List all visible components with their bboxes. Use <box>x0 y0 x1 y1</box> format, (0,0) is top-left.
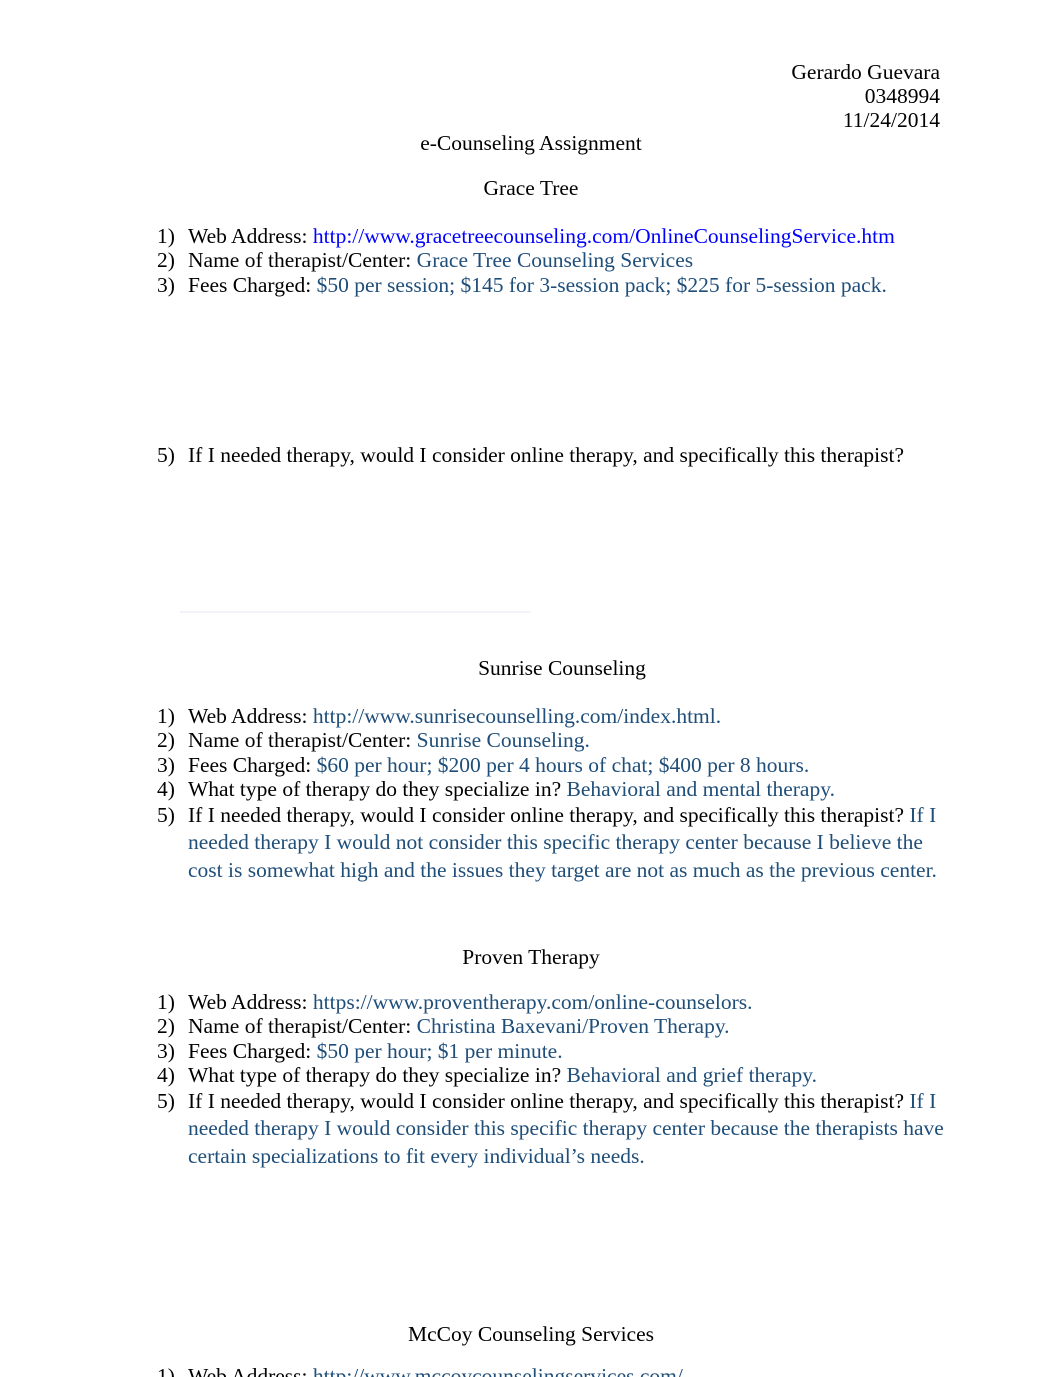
section-heading-sunrise-counseling: Sunrise Counseling <box>478 656 646 680</box>
list-item: 5) If I needed therapy, would I consider … <box>157 1088 957 1171</box>
list-item: 4) What type of therapy do they specializ… <box>157 777 957 801</box>
list-item-value: $60 per hour; $200 per 4 hours of chat; … <box>316 752 810 777</box>
list-number: 5) <box>157 443 175 467</box>
list-item: 5) If I needed therapy, would I consider … <box>157 443 957 467</box>
list-item-value: $50 per session; $145 for 3-session pack… <box>316 272 887 297</box>
list-item-label: Name of therapist/Center: <box>188 248 417 273</box>
student-id: 0348994 <box>864 84 940 108</box>
list-grace-tree: 1) Web Address: http://www.gracetreecouns… <box>157 224 957 297</box>
assignment-date: 11/24/2014 <box>842 108 940 132</box>
student-header-block: Gerardo Guevara 0348994 11/24/2014 <box>791 60 940 132</box>
author-name: Gerardo Guevara <box>791 60 940 84</box>
list-item-label: Fees Charged: <box>188 1038 317 1063</box>
list-number: 3) <box>157 752 175 777</box>
list-item: 4) What type of therapy do they specializ… <box>157 1063 957 1087</box>
faint-horizontal-rule-artifact <box>180 611 530 613</box>
list-item-label: Fees Charged: <box>188 752 317 777</box>
list-item-value: Christina Baxevani/Proven Therapy. <box>416 1014 730 1039</box>
page-title: e-Counseling Assignment <box>420 131 642 155</box>
section-heading-proven-therapy: Proven Therapy <box>462 945 600 969</box>
list-item-value: Behavioral and mental therapy. <box>566 777 835 802</box>
list-item-label: Name of therapist/Center: <box>188 728 417 753</box>
list-item-label: Name of therapist/Center: <box>188 1014 417 1039</box>
list-number: 1) <box>157 224 175 248</box>
list-item: 3) Fees Charged: $50 per hour; $1 per min… <box>157 1039 957 1063</box>
list-number: 2) <box>157 1014 175 1039</box>
list-item: 1) Web Address: http://www.sunrisecounsel… <box>157 704 957 728</box>
list-item: 3) Fees Charged: $60 per hour; $200 per 4… <box>157 753 957 777</box>
list-proven-therapy: 1) Web Address: https://www.proventherapy… <box>157 990 957 1170</box>
list-item-label: What type of therapy do they specialize … <box>188 777 567 802</box>
list-number: 1) <box>157 990 175 1014</box>
list-number: 1) <box>157 704 175 728</box>
list-item: 2) Name of therapist/Center: Sunrise Coun… <box>157 728 957 752</box>
list-item-label: Web Address: <box>188 1364 313 1377</box>
section-heading-mccoy-counseling-services: McCoy Counseling Services <box>407 1322 655 1346</box>
list-item-label: Web Address: <box>188 224 313 248</box>
list-item: 3) Fees Charged: $50 per session; $145 fo… <box>157 273 957 297</box>
list-number: 3) <box>157 1038 175 1063</box>
list-number: 3) <box>157 272 175 297</box>
list-item: 1) Web Address: http://www.gracetreecouns… <box>157 224 957 248</box>
list-item-label: If I needed therapy, would I consider on… <box>188 802 910 827</box>
web-address-link[interactable]: https://www.proventherapy.com/online-cou… <box>313 990 753 1014</box>
list-item-value: Grace Tree Counseling Services <box>416 248 694 273</box>
list-item-label: Web Address: <box>188 704 313 728</box>
list-item-label: Fees Charged: <box>188 272 317 297</box>
web-address-link[interactable]: http://www.sunrisecounselling.com/index.… <box>313 704 721 728</box>
document-page: Gerardo Guevara 0348994 11/24/2014 e-Cou… <box>0 0 1062 1377</box>
list-item-label: If I needed therapy, would I consider on… <box>188 443 905 467</box>
list-item-label: What type of therapy do they specialize … <box>188 1063 567 1088</box>
list-item: 1) Web Address: http://www.mccoycounselin… <box>157 1364 957 1377</box>
list-item-value: $50 per hour; $1 per minute. <box>316 1038 563 1063</box>
list-item-value: Sunrise Counseling. <box>416 728 590 753</box>
list-sunrise-counseling: 1) Web Address: http://www.sunrisecounsel… <box>157 704 957 884</box>
list-number: 5) <box>157 1088 175 1113</box>
list-item-value: Behavioral and grief therapy. <box>566 1063 818 1088</box>
list-item-label: If I needed therapy, would I consider on… <box>188 1088 910 1113</box>
list-number: 1) <box>157 1364 175 1377</box>
web-address-link[interactable]: http://www.mccoycounselingservices.com/ <box>313 1364 683 1377</box>
section-heading-grace-tree: Grace Tree <box>483 176 579 200</box>
list-number: 4) <box>157 1063 175 1088</box>
web-address-link[interactable]: http://www.gracetreecounseling.com/Onlin… <box>313 224 895 248</box>
list-item: 1) Web Address: https://www.proventherapy… <box>157 990 957 1014</box>
list-item: 2) Name of therapist/Center: Grace Tree C… <box>157 248 957 272</box>
list-number: 4) <box>157 777 175 802</box>
list-number: 5) <box>157 802 175 827</box>
list-item: 5) If I needed therapy, would I consider … <box>157 802 957 885</box>
list-number: 2) <box>157 248 175 273</box>
list-grace-tree-question-5: 5) If I needed therapy, would I consider … <box>157 443 957 467</box>
list-number: 2) <box>157 728 175 753</box>
list-mccoy-counseling-services: 1) Web Address: http://www.mccoycounselin… <box>157 1364 957 1377</box>
list-item-label: Web Address: <box>188 990 313 1014</box>
list-item: 2) Name of therapist/Center: Christina Ba… <box>157 1014 957 1038</box>
